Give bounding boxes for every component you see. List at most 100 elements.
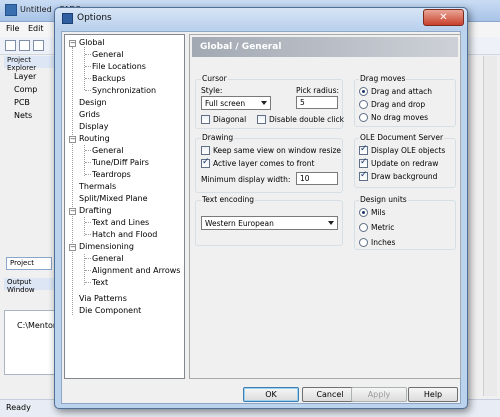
tree-item-split-mixed-plane[interactable]: Split/Mixed Plane: [79, 194, 148, 204]
page-title: Global / General: [192, 37, 458, 57]
collapse-dimensioning-icon[interactable]: −: [69, 244, 76, 251]
collapse-routing-icon[interactable]: −: [69, 136, 76, 143]
tree-connector: [85, 66, 91, 67]
tree-connector: [85, 150, 91, 151]
chevron-down-icon: [328, 221, 334, 225]
drag-and-drop-radio[interactable]: [359, 100, 368, 109]
drag-and-attach-radio[interactable]: [359, 87, 368, 96]
tree-item-hatch-and-flood[interactable]: Hatch and Flood: [92, 230, 157, 240]
metric-radio[interactable]: [359, 223, 368, 232]
cursor-style-value: Full screen: [205, 99, 246, 108]
apply-button[interactable]: Apply: [351, 387, 407, 402]
chevron-down-icon: [261, 101, 267, 105]
disable-double-click-checkbox[interactable]: [257, 115, 266, 124]
explorer-item-layer[interactable]: Layer: [14, 72, 36, 81]
menu-file[interactable]: File: [6, 24, 19, 33]
tree-connector: [85, 162, 91, 163]
app-vertical-scrollbar[interactable]: [483, 56, 497, 396]
category-tree[interactable]: − Global General File Locations Backups …: [64, 34, 185, 379]
update-on-redraw-checkbox[interactable]: [359, 157, 368, 168]
tree-item-routing-general[interactable]: General: [92, 146, 124, 156]
display-ole-objects-label: Display OLE objects: [371, 146, 446, 155]
settings-page: Global / General Cursor Style: Full scre…: [189, 34, 461, 379]
drag-and-attach-label: Drag and attach: [371, 87, 433, 96]
tree-item-via-patterns[interactable]: Via Patterns: [79, 294, 127, 304]
tree-item-routing[interactable]: Routing: [79, 134, 110, 144]
active-layer-front-checkbox[interactable]: [201, 157, 210, 168]
inches-label: Inches: [371, 238, 396, 247]
project-tab[interactable]: Project: [6, 257, 52, 270]
tree-item-teardrops[interactable]: Teardrops: [92, 170, 131, 180]
style-label: Style:: [201, 86, 223, 95]
active-layer-front-label: Active layer comes to front: [213, 159, 315, 168]
draw-background-label: Draw background: [371, 172, 438, 181]
tree-item-tune-diff-pairs[interactable]: Tune/Diff Pairs: [92, 158, 149, 168]
tree-connector: [85, 222, 91, 223]
close-button[interactable]: ✕: [423, 9, 464, 26]
tree-connector: [85, 282, 91, 283]
tree-item-drafting[interactable]: Drafting: [79, 206, 112, 216]
tree-item-dimensioning-text[interactable]: Text: [92, 278, 108, 288]
no-drag-moves-radio[interactable]: [359, 113, 368, 122]
tree-item-file-locations[interactable]: File Locations: [92, 62, 146, 72]
mils-radio[interactable]: [359, 208, 368, 217]
tree-item-alignment-and-arrows[interactable]: Alignment and Arrows: [92, 266, 180, 276]
explorer-item-pcb[interactable]: PCB: [14, 98, 30, 107]
tree-item-dimensioning[interactable]: Dimensioning: [79, 242, 134, 252]
tree-item-grids[interactable]: Grids: [79, 110, 100, 120]
tree-connector: [85, 54, 91, 55]
update-on-redraw-label: Update on redraw: [371, 159, 439, 168]
close-icon: ✕: [439, 12, 448, 23]
draw-background-checkbox[interactable]: [359, 170, 368, 181]
tree-item-text-and-lines[interactable]: Text and Lines: [92, 218, 149, 228]
ole-group-label: OLE Document Server: [359, 133, 445, 142]
pick-radius-value: 5: [300, 98, 305, 107]
explorer-item-nets[interactable]: Nets: [14, 111, 32, 120]
tree-connector: [85, 78, 91, 79]
inches-radio[interactable]: [359, 238, 368, 247]
explorer-item-comp[interactable]: Comp: [14, 85, 37, 94]
cancel-button[interactable]: Cancel: [302, 387, 358, 402]
min-display-width-label: Minimum display width:: [201, 175, 291, 184]
diagonal-label: Diagonal: [213, 115, 247, 124]
tree-item-die-component[interactable]: Die Component: [79, 306, 141, 316]
pick-radius-label: Pick radius:: [296, 86, 340, 95]
diagonal-checkbox[interactable]: [201, 115, 210, 124]
tree-connector: [85, 90, 91, 91]
status-text: Ready: [6, 403, 31, 412]
tree-item-thermals[interactable]: Thermals: [79, 182, 116, 192]
collapse-global-icon[interactable]: −: [69, 40, 76, 47]
display-ole-objects-checkbox[interactable]: [359, 144, 368, 155]
tree-item-global-general[interactable]: General: [92, 50, 124, 60]
min-display-width-input[interactable]: 10: [296, 172, 338, 185]
open-folder-icon[interactable]: [5, 40, 16, 51]
dialog-client-area: − Global General File Locations Backups …: [61, 31, 461, 404]
cursor-style-select[interactable]: Full screen: [201, 96, 271, 110]
tree-connector: [85, 258, 91, 259]
menu-edit[interactable]: Edit: [28, 24, 44, 33]
text-encoding-group-label: Text encoding: [201, 195, 255, 204]
ok-button[interactable]: OK: [243, 387, 299, 402]
mils-label: Mils: [371, 208, 386, 217]
output-window-body: C:\Mentor: [4, 310, 58, 375]
output-text: C:\Mentor: [17, 321, 57, 330]
disable-double-click-label: Disable double click: [269, 115, 344, 124]
app-icon: [5, 4, 17, 16]
tree-item-display[interactable]: Display: [79, 122, 109, 132]
tree-item-design[interactable]: Design: [79, 98, 107, 108]
help-button[interactable]: Help: [408, 387, 458, 402]
keep-view-checkbox[interactable]: [201, 146, 210, 155]
min-display-width-value: 10: [300, 174, 310, 183]
tree-item-synchronization[interactable]: Synchronization: [92, 86, 156, 96]
save-icon[interactable]: [19, 40, 30, 51]
pick-radius-input[interactable]: 5: [296, 96, 338, 109]
tree-item-backups[interactable]: Backups: [92, 74, 126, 84]
collapse-drafting-icon[interactable]: −: [69, 208, 76, 215]
options-dialog: Options ✕ − Global General File Location…: [54, 7, 468, 409]
print-icon[interactable]: [33, 40, 44, 51]
text-encoding-select[interactable]: Western European: [201, 216, 338, 230]
tree-connector: [85, 234, 91, 235]
dialog-app-icon: [62, 13, 73, 24]
tree-item-global[interactable]: Global: [79, 38, 105, 48]
tree-item-dimensioning-general[interactable]: General: [92, 254, 124, 264]
